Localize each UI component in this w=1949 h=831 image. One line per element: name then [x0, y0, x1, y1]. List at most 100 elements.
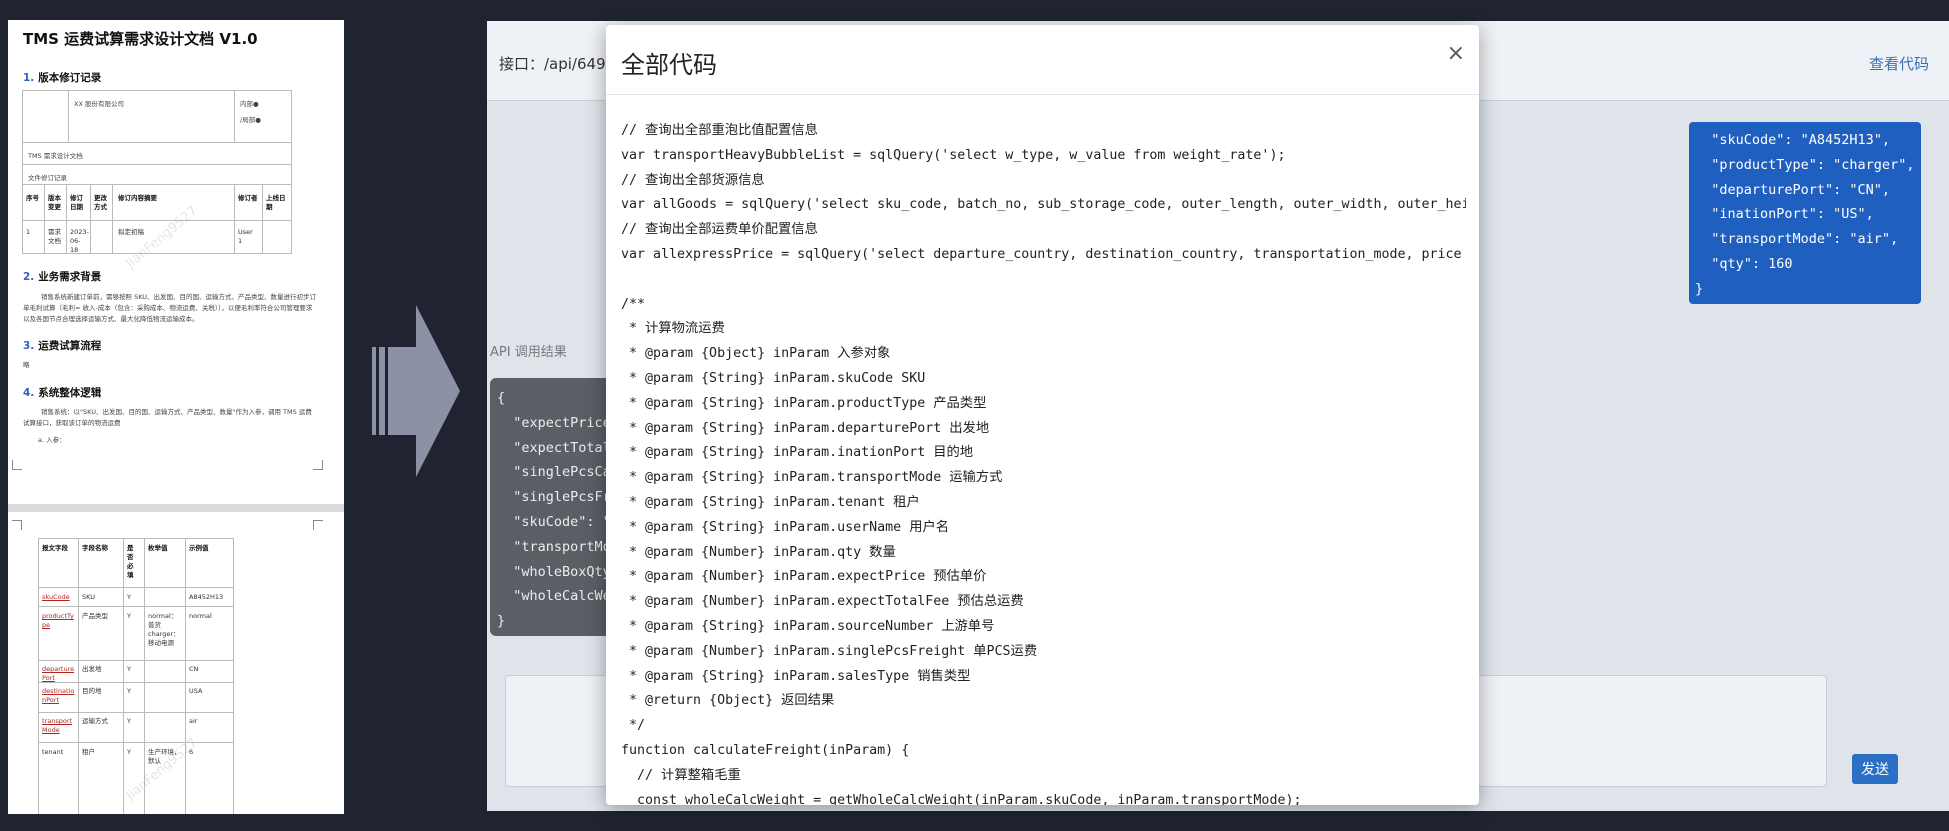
- code-line: * @param {String} inParam.transportMode …: [621, 470, 1003, 486]
- param-header: 是否必填: [127, 544, 134, 579]
- param-cell: normal: [189, 612, 212, 620]
- param-header: 报文字段: [42, 544, 68, 552]
- param-cell: 运输方式: [82, 717, 108, 725]
- code-line: * @param {Number} inParam.qty 数量: [621, 544, 896, 560]
- section-heading-4: 4. 系统整体逻辑: [23, 387, 102, 399]
- internal-flag-1: 内部●: [240, 100, 259, 108]
- right-arrow-icon: [372, 305, 460, 477]
- document-title: TMS 运费试算需求设计文档 V1.0: [23, 30, 258, 48]
- rev-header: 版本变更: [48, 194, 61, 211]
- param-cell: Y: [127, 748, 131, 756]
- api-path-label: 接口：/api/6499: [499, 55, 616, 73]
- param-cell: departurePort: [42, 665, 75, 682]
- param-cell: 产品类型: [82, 612, 108, 620]
- param-cell: transportMode: [42, 717, 73, 734]
- rev-header: 上线日期: [266, 194, 286, 211]
- code-line: // 查询出全部运费单价配置信息: [621, 222, 818, 238]
- code-line: * @return {Object} 返回结果: [621, 693, 835, 709]
- code-line: * @param {String} inParam.sourceNumber 上…: [621, 618, 995, 634]
- rev-cell: 2023-06-18: [70, 228, 89, 254]
- section-heading-1: 1. 版本修订记录: [23, 72, 102, 84]
- section-heading-2: 2. 业务需求背景: [23, 271, 102, 283]
- code-line: * @param {String} inParam.userName 用户名: [621, 519, 950, 535]
- logic-text: 销售系统：以"SKU、出发国、目的国、运输方式、产品类型、数量"作为入参，调用 …: [23, 408, 312, 427]
- code-line: function calculateFreight(inParam) {: [621, 742, 910, 758]
- rev-cell: 需求文档: [48, 228, 61, 245]
- code-line: * @param {Number} inParam.expectPrice 预估…: [621, 569, 987, 585]
- param-cell: 租户: [82, 748, 95, 756]
- code-line: */: [621, 718, 646, 734]
- code-line: const wholeCalcWeight = getWholeCalcWeig…: [621, 792, 1302, 805]
- param-header: 枚举值: [148, 544, 168, 552]
- doc-type: TMS 需求设计文档: [28, 152, 83, 160]
- send-button[interactable]: 发送: [1852, 754, 1898, 784]
- param-cell: Y: [127, 687, 131, 695]
- internal-flag-2: /局部●: [240, 116, 261, 124]
- param-cell: 出发地: [82, 665, 102, 673]
- param-cell: A8452H13: [189, 593, 224, 601]
- modal-title: 全部代码: [621, 51, 717, 79]
- flow-text: 略: [23, 361, 30, 369]
- param-cell: USA: [189, 687, 203, 695]
- param-cell: 目的地: [82, 687, 102, 695]
- param-cell: CN: [189, 665, 199, 673]
- rev-cell: 拟定初稿: [118, 228, 144, 236]
- request-json: "skuCode": "A8452H13", "productType": "c…: [1695, 132, 1915, 297]
- code-line: * 计算物流运费: [621, 321, 725, 337]
- code-line: * @param {String} inParam.skuCode SKU: [621, 370, 926, 386]
- param-header: 字段名称: [82, 544, 108, 552]
- code-line: * @param {String} inParam.salesType 销售类型: [621, 668, 971, 684]
- document-page-1: TMS 运费试算需求设计文档 V1.0 1. 版本修订记录 XX 股份有限公司 内…: [8, 20, 344, 504]
- param-cell: air: [189, 717, 198, 725]
- modal-header: 全部代码 ×: [606, 25, 1479, 95]
- api-result-label: API 调用结果: [490, 345, 567, 360]
- api-result-panel: { "expectPrice "expectTotal "singlePcsCa…: [490, 378, 620, 636]
- background-text: 销售系统新建订单前，需够按照 SKU、出发国、目的国、运输方式、产品类型、数量进…: [23, 293, 317, 323]
- code-line: * @param {Number} inParam.expectTotalFee…: [621, 594, 1024, 610]
- param-cell: normal：普货 charger：移动电源: [148, 612, 180, 647]
- param-cell: productType: [42, 612, 74, 629]
- rev-cell: User 1: [238, 228, 253, 245]
- request-json-panel[interactable]: "skuCode": "A8452H13", "productType": "c…: [1689, 122, 1921, 304]
- code-line: * @param {String} inParam.productType 产品…: [621, 395, 987, 411]
- param-cell: Y: [127, 612, 131, 620]
- param-cell: Y: [127, 593, 131, 601]
- close-icon[interactable]: ×: [1447, 43, 1465, 65]
- revision-label: 文件修订记录: [28, 174, 67, 182]
- param-cell: Y: [127, 665, 131, 673]
- section-heading-3: 3. 运费试算流程: [23, 340, 102, 352]
- code-line: * @param {String} inParam.tenant 租户: [621, 494, 920, 510]
- code-line: var transportHeavyBubbleList = sqlQuery(…: [621, 147, 1286, 163]
- code-line: * @param {Object} inParam 入参对象: [621, 346, 891, 362]
- code-line: // 查询出全部重泡比值配置信息: [621, 123, 818, 138]
- param-cell: destinationPort: [42, 687, 75, 704]
- code-line: var allexpressPrice = sqlQuery('select d…: [621, 246, 1462, 262]
- code-line: /**: [621, 296, 646, 312]
- document-page-2: 报文字段 字段名称 是否必填 枚举值 示例值 skuCode SKU Y A84…: [8, 512, 344, 814]
- view-code-link[interactable]: 查看代码: [1869, 53, 1929, 74]
- param-cell: skuCode: [42, 593, 70, 601]
- api-result-json: { "expectPrice "expectTotal "singlePcsCa…: [497, 390, 611, 630]
- rev-header: 修订日期: [70, 194, 83, 211]
- rev-header: 更改方式: [94, 194, 107, 211]
- code-line: * @param {Number} inParam.singlePcsFreig…: [621, 643, 1038, 659]
- code-line: * @param {String} inParam.departurePort …: [621, 420, 990, 436]
- rev-header: 序号: [26, 194, 39, 202]
- param-header: 示例值: [189, 544, 209, 552]
- code-block: // 查询出全部重泡比值配置信息 var transportHeavyBubble…: [621, 119, 1466, 805]
- code-line: // 计算整箱毛重: [621, 767, 741, 783]
- document-preview: TMS 运费试算需求设计文档 V1.0 1. 版本修订记录 XX 股份有限公司 内…: [8, 20, 344, 814]
- code-line: // 查询出全部货源信息: [621, 172, 765, 188]
- company-name: XX 股份有限公司: [74, 100, 124, 108]
- code-modal: 全部代码 × // 查询出全部重泡比值配置信息 var transportHeav…: [606, 25, 1479, 805]
- param-cell: tenant: [42, 748, 64, 756]
- code-line: * @param {String} inParam.inationPort 目的…: [621, 445, 974, 461]
- logic-sub: a. 入参：: [38, 436, 66, 444]
- rev-header: 修订者: [238, 194, 258, 202]
- param-cell: SKU: [82, 593, 95, 601]
- rev-header: 修订内容摘要: [118, 194, 157, 202]
- param-cell: Y: [127, 717, 131, 725]
- code-line: var allGoods = sqlQuery('select sku_code…: [621, 197, 1466, 213]
- rev-cell: 1: [26, 228, 31, 236]
